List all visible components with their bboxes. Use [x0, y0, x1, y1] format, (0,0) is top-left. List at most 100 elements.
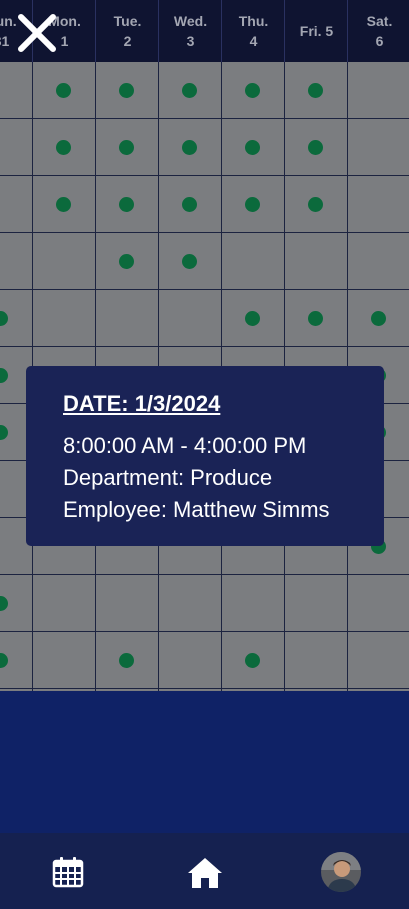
schedule-cell: [0, 233, 32, 289]
grid-row-divider: [0, 688, 409, 689]
day-header-wednesday: Wed. 3: [158, 0, 222, 62]
day-name: Thu.: [238, 13, 269, 29]
shift-dot[interactable]: [56, 82, 71, 98]
shift-dot[interactable]: [0, 424, 8, 440]
home-icon: [188, 858, 222, 888]
shift-dot[interactable]: [119, 139, 134, 155]
home-nav-button[interactable]: [186, 856, 224, 895]
shift-dot[interactable]: [308, 82, 323, 98]
day-number: 4: [249, 33, 258, 49]
schedule-cell: [347, 62, 409, 118]
day-header-tuesday: Tue. 2: [95, 0, 159, 62]
schedule-cell[interactable]: [221, 632, 284, 688]
day-header-saturday: Sat. 6: [347, 0, 409, 62]
shift-dot[interactable]: [119, 196, 134, 212]
schedule-cell[interactable]: [221, 62, 284, 118]
schedule-cell[interactable]: [95, 632, 158, 688]
schedule-cell: [347, 176, 409, 232]
schedule-cell[interactable]: [347, 290, 409, 346]
schedule-cell[interactable]: [0, 632, 32, 688]
shift-dot[interactable]: [182, 139, 197, 155]
day-name: Sat.: [366, 13, 393, 29]
shift-dot[interactable]: [119, 652, 134, 668]
shift-dot[interactable]: [245, 196, 260, 212]
shift-dot[interactable]: [182, 253, 197, 269]
schedule-cell[interactable]: [32, 119, 95, 175]
schedule-cell[interactable]: [0, 290, 32, 346]
schedule-cell[interactable]: [32, 176, 95, 232]
shift-dot[interactable]: [245, 139, 260, 155]
schedule-cell[interactable]: [221, 176, 284, 232]
shift-dot[interactable]: [0, 652, 8, 668]
shift-dot[interactable]: [182, 82, 197, 98]
day-number: 2: [123, 33, 132, 49]
close-button[interactable]: [15, 11, 59, 55]
schedule-cell: [32, 233, 95, 289]
shift-dot[interactable]: [0, 310, 8, 326]
calendar-icon: [52, 857, 84, 888]
schedule-cell[interactable]: [95, 176, 158, 232]
schedule-cell[interactable]: [0, 575, 32, 631]
tooltip-time: 8:00:00 AM - 4:00:00 PM: [63, 433, 307, 458]
schedule-cell[interactable]: [158, 233, 221, 289]
tooltip-employee: Employee: Matthew Simms: [63, 497, 330, 522]
shift-dot[interactable]: [308, 310, 323, 326]
schedule-cell[interactable]: [158, 176, 221, 232]
schedule-cell: [158, 290, 221, 346]
shift-dot[interactable]: [245, 82, 260, 98]
avatar[interactable]: [321, 852, 361, 892]
schedule-cell: [347, 233, 409, 289]
day-number: 3: [186, 33, 195, 49]
schedule-cell: [347, 119, 409, 175]
day-header-thursday: Thu. 4: [221, 0, 285, 62]
shift-dot[interactable]: [308, 139, 323, 155]
tooltip-date: DATE: 1/3/2024: [63, 391, 221, 416]
schedule-cell: [221, 575, 284, 631]
schedule-cell: [32, 575, 95, 631]
shift-dot[interactable]: [245, 652, 260, 668]
shift-dot[interactable]: [119, 82, 134, 98]
schedule-cell[interactable]: [221, 119, 284, 175]
schedule-cell: [284, 632, 347, 688]
schedule-cell: [158, 575, 221, 631]
week-header: Sun. 31 Mon. 1 Tue. 2 Wed. 3 Thu. 4 Fri.…: [0, 0, 409, 62]
schedule-cell[interactable]: [284, 290, 347, 346]
schedule-cell: [284, 233, 347, 289]
tooltip-department: Department: Produce: [63, 465, 273, 490]
shift-dot[interactable]: [119, 253, 134, 269]
schedule-cell[interactable]: [221, 290, 284, 346]
schedule-cell: [158, 632, 221, 688]
schedule-cell: [95, 575, 158, 631]
shift-dot[interactable]: [56, 196, 71, 212]
schedule-cell: [347, 632, 409, 688]
close-icon: [18, 14, 56, 52]
schedule-cell: [32, 290, 95, 346]
schedule-cell: [221, 233, 284, 289]
schedule-cell: [0, 176, 32, 232]
day-header-friday: Fri. 5: [284, 0, 348, 62]
schedule-cell: [347, 575, 409, 631]
schedule-cell[interactable]: [284, 119, 347, 175]
schedule-cell: [0, 62, 32, 118]
shift-dot[interactable]: [371, 310, 386, 326]
schedule-cell[interactable]: [32, 62, 95, 118]
shift-dot[interactable]: [0, 595, 8, 611]
shift-dot[interactable]: [182, 196, 197, 212]
schedule-cell[interactable]: [158, 119, 221, 175]
schedule-cell[interactable]: [284, 62, 347, 118]
schedule-cell[interactable]: [158, 62, 221, 118]
schedule-cell[interactable]: [284, 176, 347, 232]
schedule-cell: [95, 290, 158, 346]
day-name: Wed.: [173, 13, 208, 29]
day-number: 6: [375, 33, 384, 49]
shift-dot[interactable]: [0, 367, 8, 383]
day-name: Fri. 5: [299, 23, 334, 39]
schedule-cell[interactable]: [95, 119, 158, 175]
shift-dot[interactable]: [245, 310, 260, 326]
shift-dot[interactable]: [308, 196, 323, 212]
calendar-nav-button[interactable]: [52, 856, 84, 893]
schedule-cell[interactable]: [95, 62, 158, 118]
shift-dot[interactable]: [56, 139, 71, 155]
schedule-cell[interactable]: [95, 233, 158, 289]
schedule-cell: [32, 632, 95, 688]
